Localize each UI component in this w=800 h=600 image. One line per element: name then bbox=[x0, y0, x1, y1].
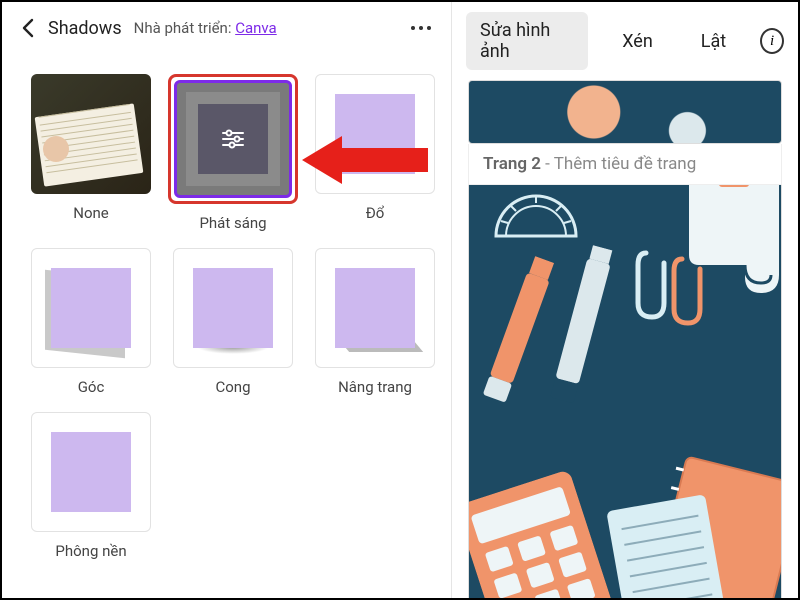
panel-title: Shadows bbox=[48, 18, 122, 39]
back-button[interactable] bbox=[16, 16, 40, 40]
canvas-area: Trang 2 - Thêm tiêu đề trang bbox=[452, 80, 798, 598]
shadows-panel: Shadows Nhà phát triển: Canva None bbox=[2, 2, 452, 598]
developer-prefix: Nhà phát triển: bbox=[134, 19, 236, 37]
option-none: None bbox=[26, 74, 156, 232]
option-glow: Phát sáng bbox=[168, 74, 298, 232]
image-toolbar: Sửa hình ảnh Xén Lật i bbox=[452, 2, 798, 80]
protractor-icon bbox=[491, 191, 581, 241]
developer-link[interactable]: Canva bbox=[235, 19, 277, 37]
calculator-icon bbox=[468, 469, 615, 598]
info-button[interactable]: i bbox=[760, 28, 784, 54]
option-curve: Cong bbox=[168, 248, 298, 396]
page1-illustration bbox=[469, 81, 781, 143]
more-icon bbox=[411, 26, 431, 30]
panel-header: Shadows Nhà phát triển: Canva bbox=[2, 2, 451, 54]
hand-illustration bbox=[43, 136, 69, 162]
label-glow: Phát sáng bbox=[199, 214, 266, 232]
backdrop-wrap bbox=[51, 432, 131, 512]
thumb-curve[interactable] bbox=[173, 248, 293, 368]
annotation-arrow bbox=[302, 130, 432, 190]
option-pagelift: Nâng trang bbox=[310, 248, 440, 396]
thumb-glow-selected[interactable] bbox=[168, 74, 298, 204]
chevron-left-icon bbox=[21, 18, 35, 38]
label-pagelift: Nâng trang bbox=[338, 378, 412, 396]
thumb-corner[interactable] bbox=[31, 248, 151, 368]
more-button[interactable] bbox=[405, 12, 437, 44]
edit-image-button[interactable]: Sửa hình ảnh bbox=[466, 12, 588, 70]
page-2-canvas[interactable] bbox=[468, 185, 782, 598]
crop-button[interactable]: Xén bbox=[608, 23, 667, 60]
curve-wrap bbox=[193, 268, 273, 348]
page-title-placeholder: - Thêm tiêu đề trang bbox=[541, 154, 696, 174]
pagelift-wrap bbox=[335, 268, 415, 348]
app-root: Shadows Nhà phát triển: Canva None bbox=[0, 0, 800, 600]
thumb-backdrop[interactable] bbox=[31, 412, 151, 532]
option-corner: Góc bbox=[26, 248, 156, 396]
thumb-none[interactable] bbox=[31, 74, 151, 194]
label-drop: Đổ bbox=[366, 204, 385, 222]
adjust-icon bbox=[220, 126, 246, 152]
label-none: None bbox=[73, 204, 109, 222]
corner-wrap bbox=[51, 268, 131, 348]
option-backdrop: Phông nền bbox=[26, 412, 156, 560]
label-corner: Góc bbox=[78, 378, 105, 396]
canvas-panel: Sửa hình ảnh Xén Lật i Trang 2 - Thêm ti… bbox=[452, 2, 798, 598]
label-curve: Cong bbox=[215, 378, 250, 396]
flip-button[interactable]: Lật bbox=[687, 23, 740, 60]
page-number: Trang 2 bbox=[483, 154, 541, 174]
thumb-glow-inner bbox=[174, 80, 292, 198]
page-1-strip[interactable] bbox=[468, 80, 782, 144]
scroll-icon bbox=[679, 185, 782, 305]
thumb-pagelift[interactable] bbox=[315, 248, 435, 368]
developer-label: Nhà phát triển: Canva bbox=[134, 19, 277, 37]
label-backdrop: Phông nền bbox=[55, 542, 126, 560]
glow-square bbox=[198, 104, 268, 174]
page-2-title[interactable]: Trang 2 - Thêm tiêu đề trang bbox=[468, 144, 782, 185]
